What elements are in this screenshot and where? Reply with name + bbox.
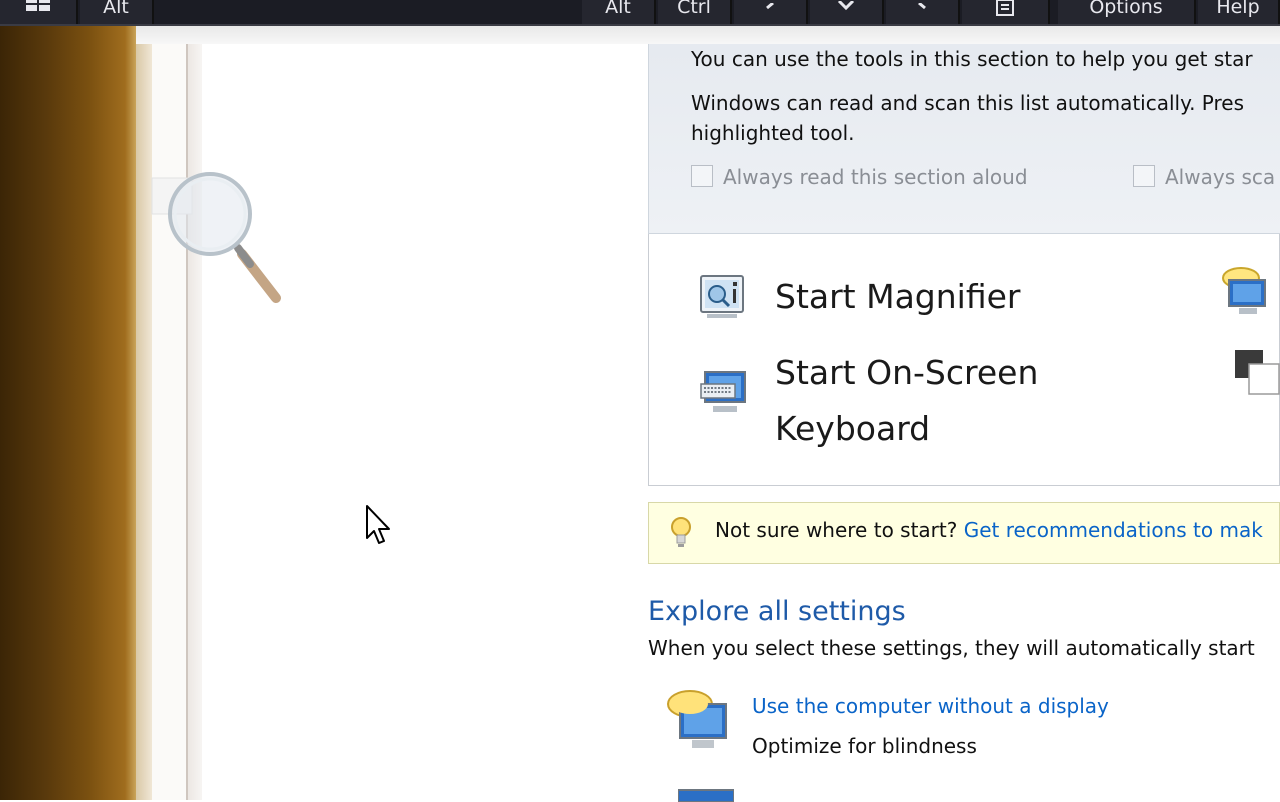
tip-text-row: Not sure where to start? Get recommendat… <box>715 518 1263 542</box>
explore-all-settings-heading: Explore all settings <box>648 596 906 627</box>
read-aloud-label[interactable]: Always read this section aloud <box>723 165 1028 189</box>
quick-access-scan-line2: highlighted tool. <box>691 121 855 145</box>
tip-text: Not sure where to start? <box>715 518 958 542</box>
magnifier-icon <box>700 275 744 318</box>
right-arrow-button[interactable] <box>886 0 960 24</box>
magnifying-glass-icon <box>151 172 281 303</box>
quick-tools-list: Start Magnifier Start On-Screen Keyboard <box>648 234 1280 486</box>
quick-access-intro: You can use the tools in this section to… <box>691 47 1253 71</box>
windows-key-button[interactable] <box>0 0 78 24</box>
mouse-cursor-icon <box>366 505 390 544</box>
use-without-display-link[interactable]: Use the computer without a display <box>752 694 1109 718</box>
scan-label[interactable]: Always sca <box>1165 165 1275 189</box>
start-on-screen-keyboard-line2[interactable]: Keyboard <box>775 401 930 457</box>
quick-access-section: You can use the tools in this section to… <box>648 44 1280 234</box>
explore-description: When you select these settings, they wil… <box>648 636 1255 660</box>
window-gap <box>152 26 186 800</box>
get-recommendations-link[interactable]: Get recommendations to mak <box>964 518 1263 542</box>
windows-logo-icon <box>26 0 52 11</box>
alt-key-button-left[interactable]: Alt <box>80 0 154 24</box>
no-display-setting-icon <box>667 690 727 748</box>
left-navigation-pane <box>202 44 648 800</box>
chevron-down-icon <box>837 0 855 11</box>
quick-access-scan-line1: Windows can read and scan this list auto… <box>691 91 1245 115</box>
ctrl-key-button[interactable]: Ctrl <box>658 0 732 24</box>
help-button[interactable]: Help <box>1198 0 1280 24</box>
desktop-background <box>0 26 136 800</box>
window-top-shadow <box>136 26 1280 44</box>
document-button[interactable] <box>962 0 1050 24</box>
on-screen-keyboard-icon <box>700 371 746 412</box>
read-aloud-checkbox[interactable] <box>691 165 713 187</box>
lightbulb-icon <box>671 517 691 547</box>
desktop-edge <box>136 26 152 800</box>
ease-of-access-center-content: You can use the tools in this section to… <box>648 44 1280 802</box>
options-button[interactable]: Options <box>1058 0 1196 24</box>
alt-key-button-right[interactable]: Alt <box>582 0 656 24</box>
magnifier-toolbar: Alt Alt Ctrl Options Help <box>0 0 1280 26</box>
left-arrow-button[interactable] <box>734 0 808 24</box>
down-arrow-button[interactable] <box>810 0 884 24</box>
recommendation-tip: Not sure where to start? Get recommendat… <box>648 502 1280 564</box>
scan-checkbox[interactable] <box>1133 165 1155 187</box>
toolbar-spacer <box>156 0 580 24</box>
chevron-right-icon <box>918 1 926 10</box>
window-frame-inner <box>188 26 202 800</box>
chevron-left-icon <box>766 1 774 10</box>
start-magnifier-link[interactable]: Start Magnifier <box>775 269 1021 325</box>
narrator-icon[interactable] <box>1221 266 1271 316</box>
high-contrast-icon[interactable] <box>1233 348 1280 396</box>
start-on-screen-keyboard-line1[interactable]: Start On-Screen <box>775 345 1038 401</box>
document-icon <box>996 0 1014 16</box>
use-without-display-subtitle: Optimize for blindness <box>752 734 977 758</box>
